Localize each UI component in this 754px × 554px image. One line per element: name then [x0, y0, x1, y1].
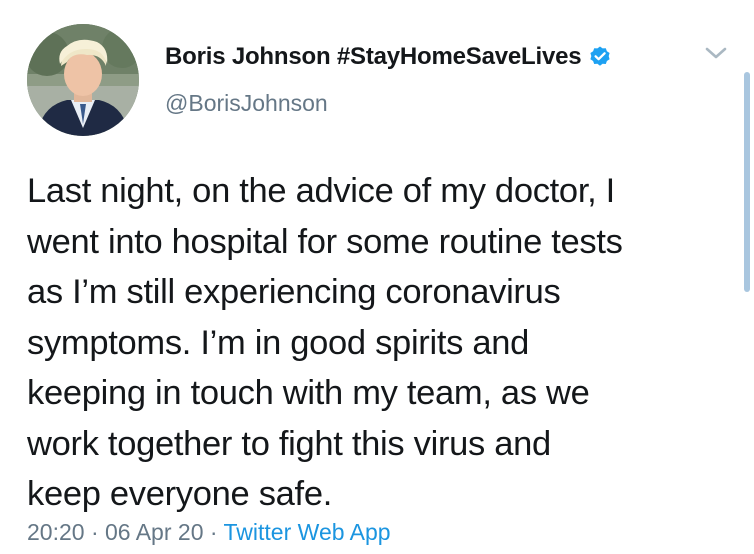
author-handle[interactable]: @BorisJohnson: [165, 90, 328, 117]
tweet-source-link[interactable]: Twitter Web App: [224, 519, 391, 545]
tweet-text-line: as I’m still experiencing coronavirus: [27, 273, 561, 311]
tweet-text-line: keep everyone safe.: [27, 475, 333, 513]
chevron-down-icon[interactable]: [702, 42, 730, 64]
tweet-time[interactable]: 20:20: [27, 519, 85, 545]
author-display-name[interactable]: Boris Johnson #StayHomeSaveLives: [165, 43, 582, 71]
tweet-meta: 20:20 · 06 Apr 20 · Twitter Web App: [27, 519, 391, 546]
scrollbar[interactable]: [744, 72, 750, 292]
tweet-text-line: work together to fight this virus and: [27, 424, 551, 463]
avatar[interactable]: [27, 24, 139, 136]
author-name-row[interactable]: Boris Johnson #StayHomeSaveLives: [165, 40, 612, 74]
meta-separator: ·: [209, 519, 218, 545]
tweet-card: Boris Johnson #StayHomeSaveLives @BorisJ…: [0, 0, 754, 554]
tweet-text-line: keeping in touch with my team, as we: [27, 374, 590, 412]
tweet-date[interactable]: 06 Apr 20: [105, 519, 203, 545]
tweet-text-line: symptoms. I’m in good spirits and: [27, 323, 530, 362]
tweet-text-line: Last night, on the advice of my doctor, …: [27, 172, 615, 210]
verified-badge-icon: [590, 46, 611, 66]
avatar-photo: [27, 24, 139, 136]
meta-separator: ·: [90, 519, 99, 545]
tweet-text-line: went into hospital for some routine test…: [27, 222, 623, 261]
tweet-text: Last night, on the advice of my doctor, …: [27, 166, 737, 520]
